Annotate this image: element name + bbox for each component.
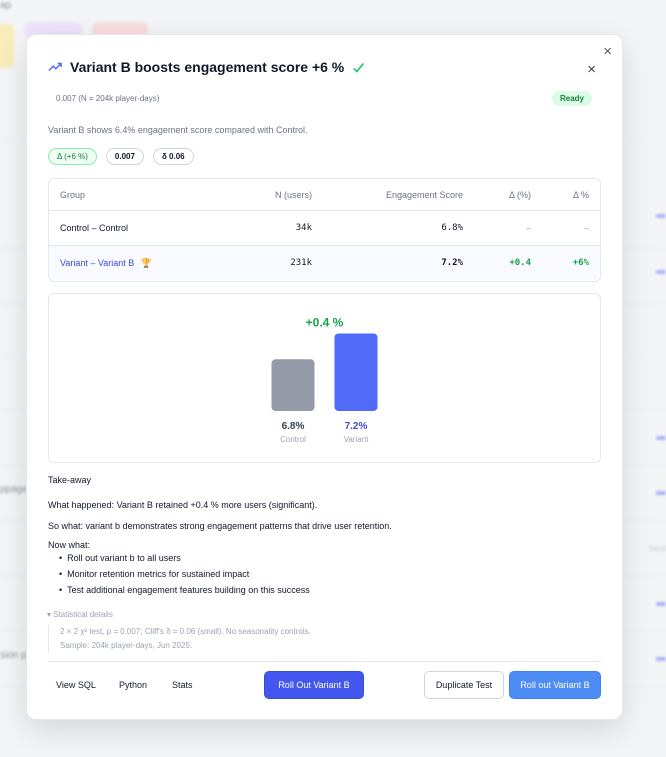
trending-up-icon (48, 62, 62, 71)
so-what-text: variant b demonstrates strong engagement… (85, 521, 392, 531)
table-row[interactable]: Control – Control 34k 6.8% – – (49, 210, 600, 246)
summary-text: Variant B shows 6.4% engagement score co… (48, 125, 308, 135)
cell-n: 231k (221, 245, 323, 280)
delta-pill: Δ (+6 %) (48, 148, 97, 165)
bar-chart: 6.8% Control 7.2% Variant +0.4 % (271, 315, 378, 444)
bar-value-label: 7.2% (345, 421, 368, 432)
bg-progress-bar (656, 657, 666, 661)
bg-progress-bar (656, 270, 666, 274)
roll-out-variant-button-secondary[interactable]: Roll out Variant B (509, 671, 601, 699)
trophy-icon: 🏆 (140, 257, 152, 268)
list-item: Roll out variant b to all users (59, 553, 310, 569)
group-label: Variant – Variant B (60, 257, 135, 268)
bar-category-label: Variant (344, 435, 370, 444)
bar-control (271, 359, 315, 411)
bg-progress-bar (656, 491, 666, 495)
statistical-details: 2 × 2 χ² test, p = 0.007; Cliff's δ = 0.… (48, 625, 311, 653)
outer-close-button[interactable]: × (603, 43, 612, 60)
bg-progress-bar (656, 214, 666, 218)
page-title: Variant B boosts engagement score +6 % (70, 59, 345, 75)
view-sql-link[interactable]: View SQL (56, 680, 96, 690)
bg-progress-bar (656, 602, 666, 606)
bar-value-label: 6.8% (282, 421, 305, 432)
cell-group: Variant – Variant B 🏆 (49, 245, 221, 280)
result-modal: × × Variant B boosts engagement score +6… (26, 34, 623, 720)
bar-category-label: Control (280, 435, 306, 444)
stats-link[interactable]: Stats (172, 680, 193, 690)
metric-pills: Δ (+6 %) 0.007 δ 0.06 (48, 148, 194, 165)
list-item: Monitor retention metrics for sustained … (59, 569, 310, 585)
roll-out-variant-button[interactable]: Roll Out Variant B (264, 671, 364, 699)
col-n-users: N (users) (221, 179, 323, 211)
duplicate-test-button[interactable]: Duplicate Test (424, 671, 504, 699)
cell-delta-pct: +6% (542, 245, 600, 280)
bg-text-right: Neut (649, 544, 666, 553)
cell-score: 7.2% (323, 245, 474, 280)
footer-divider (48, 661, 601, 662)
what-happened-text: Variant B retained +0.4 % more users (si… (116, 500, 318, 510)
takeaway-heading: Take-away (48, 475, 92, 485)
cell-group: Control – Control (49, 210, 221, 246)
col-delta-pp: Δ (%) (474, 179, 542, 211)
bg-text-mid: ppage (0, 484, 28, 495)
sample-meta: 0.007 (N = 204k player-days) (56, 94, 160, 103)
now-what-label: Now what: (48, 540, 91, 550)
cell-score: 6.8% (323, 210, 474, 246)
stats-line: Sample: 204k player-days, Jun 2025. (60, 641, 193, 650)
bar-variant (334, 333, 378, 411)
so-what-label: So what: (48, 521, 84, 531)
cell-delta-pp: +0.4 (474, 245, 542, 280)
p-value-pill: 0.007 (105, 148, 144, 165)
bg-chip-yellow (0, 24, 14, 68)
table-row-winner[interactable]: Variant – Variant B 🏆 231k 7.2% +0.4 +6% (49, 245, 600, 280)
action-list: Roll out variant b to all users Monitor … (59, 553, 310, 601)
bg-progress-bar (656, 436, 666, 440)
check-icon (353, 62, 365, 73)
col-delta-pct: Δ % (542, 179, 600, 211)
bg-text-top: ap (0, 0, 12, 11)
cell-delta-pct: – (542, 210, 600, 246)
status-badge: Ready (551, 91, 592, 106)
table-header-row: Group N (users) Engagement Score Δ (%) Δ… (49, 179, 600, 211)
cell-n: 34k (221, 210, 323, 246)
effect-size-pill: δ 0.06 (152, 148, 194, 165)
delta-annotation: +0.4 % (306, 315, 344, 329)
python-link[interactable]: Python (119, 680, 147, 690)
col-engagement-score: Engagement Score (323, 179, 474, 211)
cell-delta-pp: – (474, 210, 542, 246)
what-happened-label: What happened: (48, 500, 115, 510)
list-item: Test additional engagement features buil… (59, 585, 310, 601)
what-happened: What happened: Variant B retained +0.4 %… (48, 500, 317, 510)
statistical-details-toggle[interactable]: ▾ Statistical details (47, 610, 113, 619)
close-button[interactable]: × (587, 61, 596, 78)
comparison-chart: 6.8% Control 7.2% Variant +0.4 % (48, 293, 601, 463)
col-group: Group (49, 179, 221, 211)
so-what: So what: variant b demonstrates strong e… (48, 521, 392, 531)
results-table: Group N (users) Engagement Score Δ (%) Δ… (48, 178, 601, 282)
stats-line: 2 × 2 χ² test, p = 0.007; Cliff's δ = 0.… (60, 627, 311, 636)
title-row: Variant B boosts engagement score +6 % (48, 59, 365, 75)
